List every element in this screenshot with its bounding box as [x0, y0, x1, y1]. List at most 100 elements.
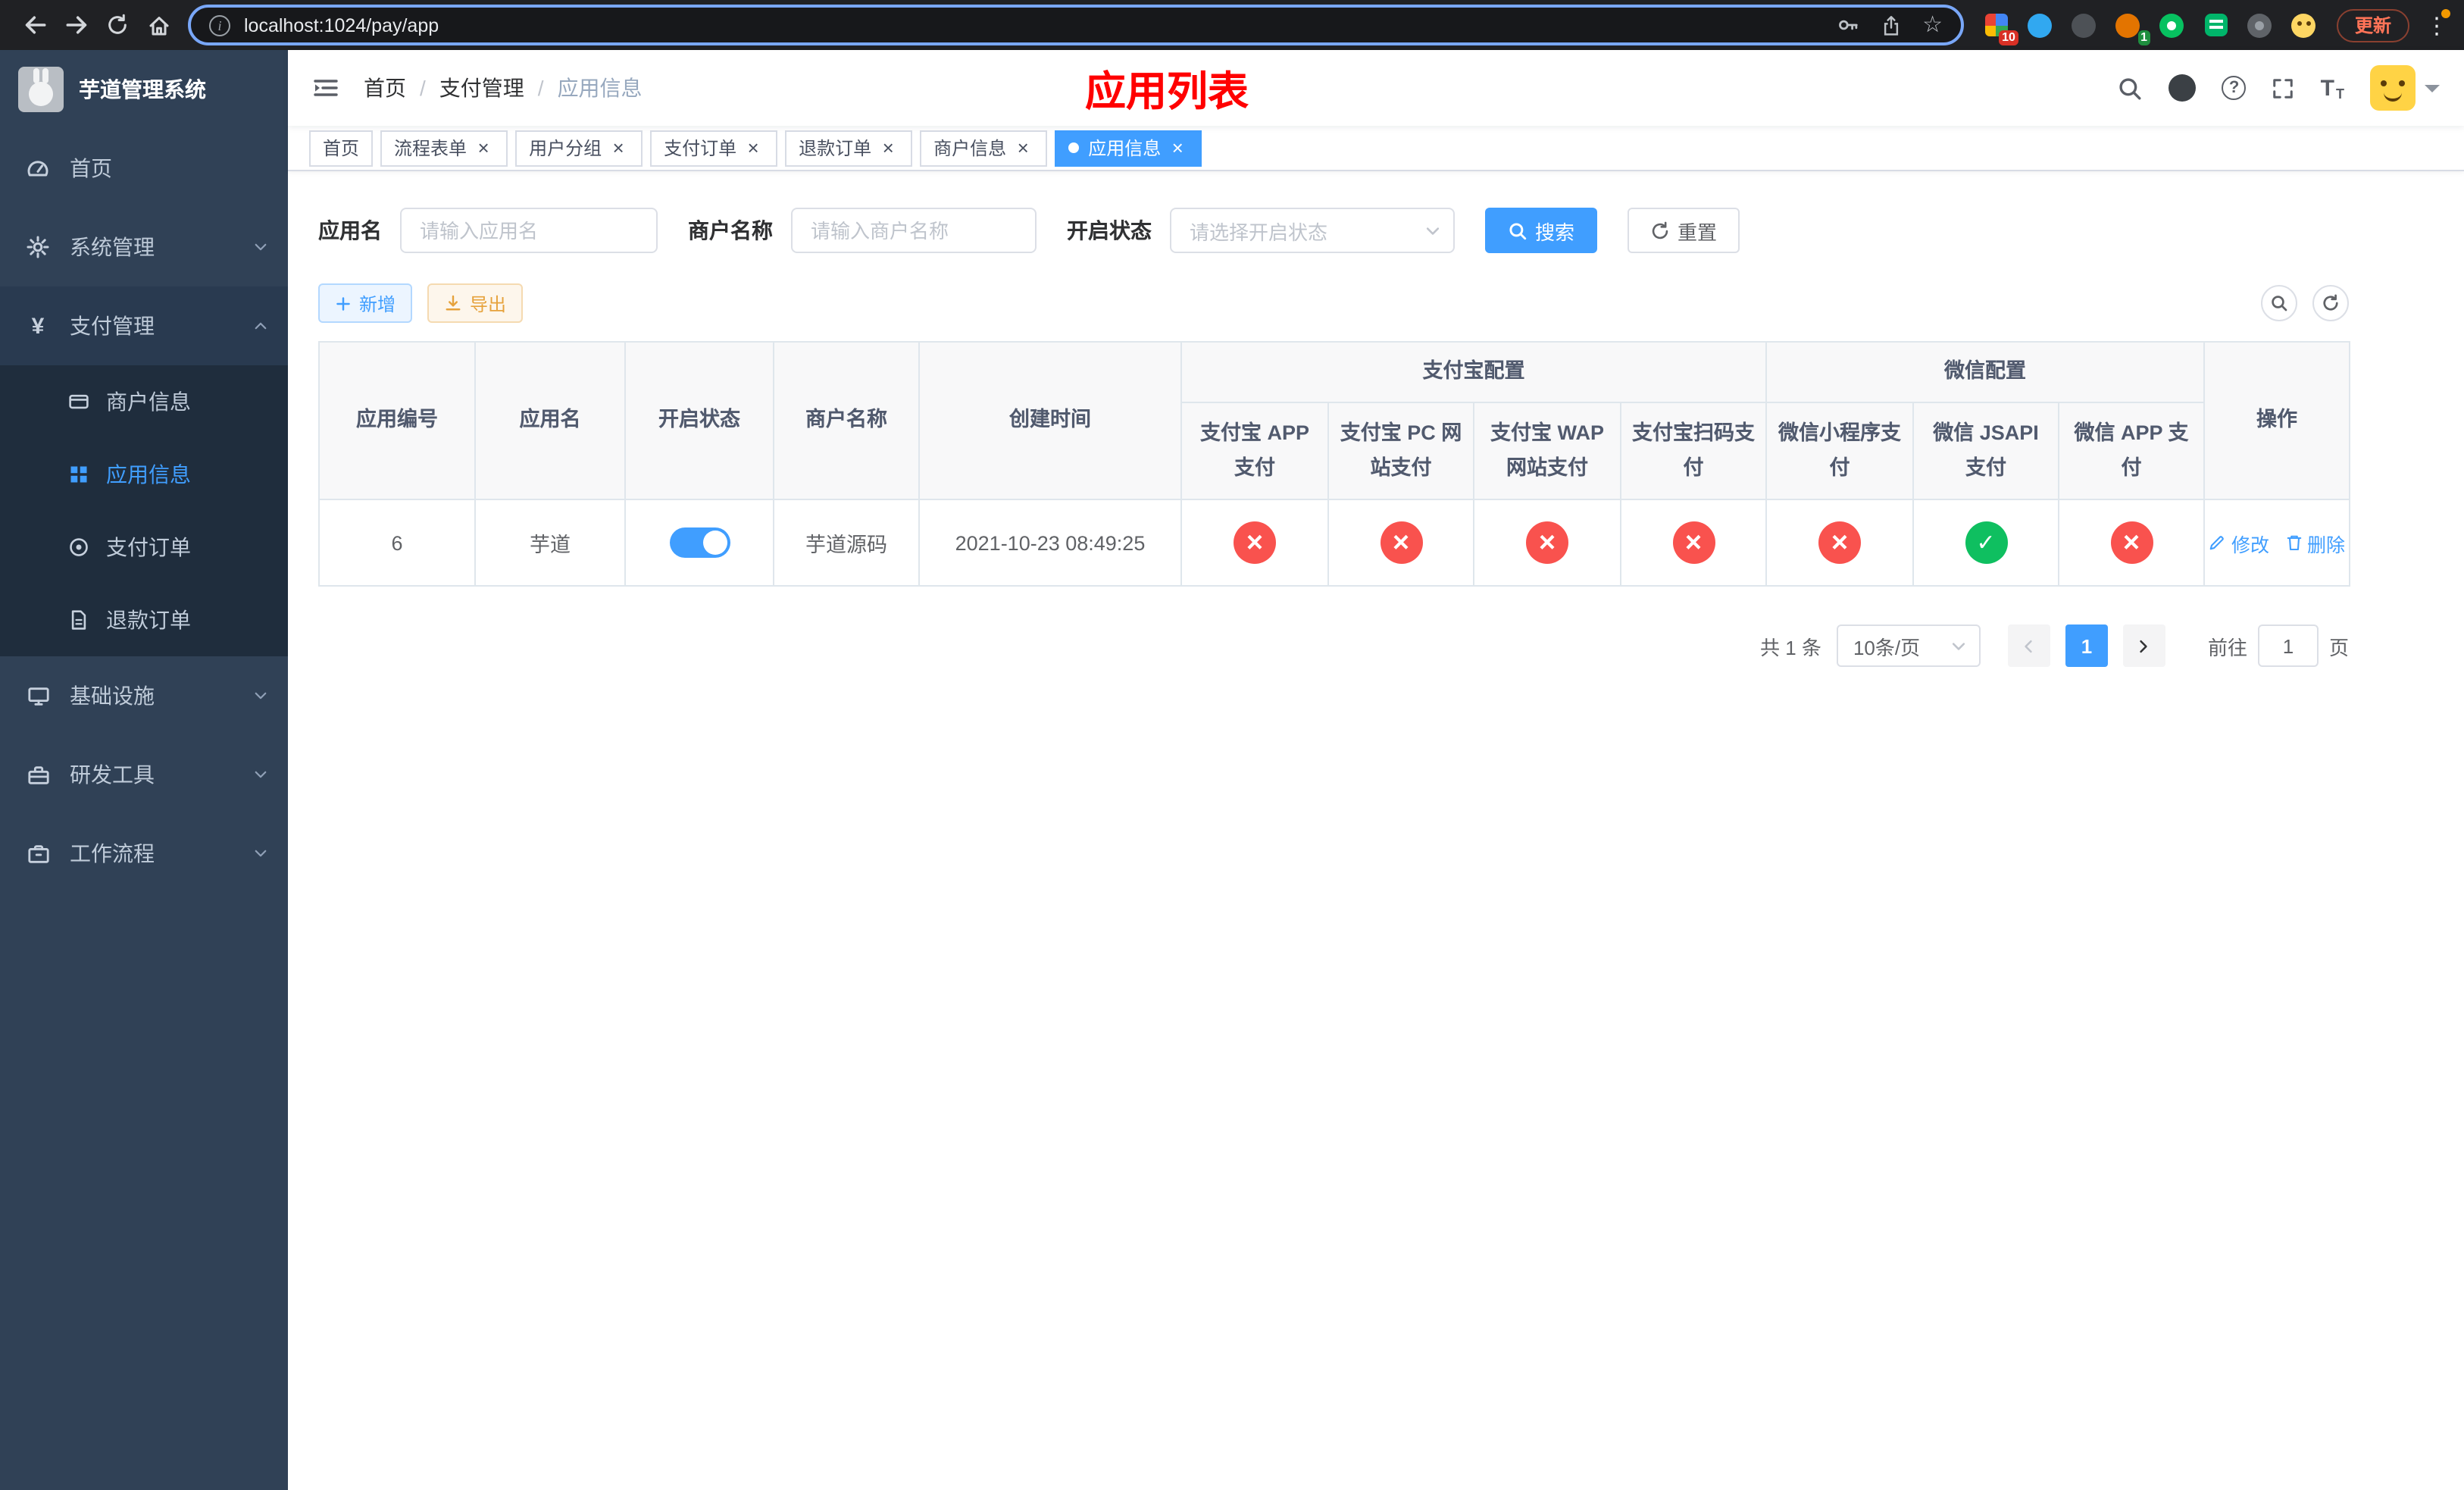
edit-link[interactable]: 修改 — [2209, 528, 2269, 557]
merchant-name-input[interactable] — [791, 208, 1037, 253]
status-select[interactable]: 请选择开启状态 — [1170, 208, 1455, 253]
sidebar-item-workflow[interactable]: 工作流程 — [0, 814, 288, 893]
app-name-input[interactable] — [400, 208, 658, 253]
merchant-name-label: 商户名称 — [688, 218, 773, 243]
browser-menu-icon[interactable] — [2425, 8, 2450, 39]
close-icon[interactable] — [743, 137, 764, 158]
delete-link-label: 删除 — [2307, 534, 2346, 556]
site-info-icon[interactable] — [209, 14, 230, 36]
cell-created: 2021-10-23 08:49:25 — [918, 499, 1182, 587]
extension-icon-7[interactable] — [2246, 11, 2275, 39]
prev-page-button[interactable] — [2007, 624, 2050, 667]
cell-status — [624, 499, 774, 587]
col-header-alipay-pc: 支付宝 PC 网站支付 — [1327, 402, 1474, 500]
sidebar-item-label: 工作流程 — [70, 841, 155, 866]
status-toggle[interactable] — [669, 527, 730, 558]
delete-link[interactable]: 删除 — [2284, 528, 2345, 557]
close-icon[interactable] — [1012, 137, 1033, 158]
password-key-icon[interactable] — [1836, 14, 1859, 36]
page-number-1[interactable]: 1 — [2065, 624, 2108, 667]
font-size-icon[interactable] — [2321, 75, 2344, 101]
search-icon — [1509, 222, 1527, 239]
export-button[interactable]: 导出 — [427, 283, 524, 323]
home-button[interactable] — [138, 5, 179, 45]
search-icon — [2272, 296, 2287, 311]
sidebar-menu: 首页 系统管理 支付管理 — [0, 129, 288, 893]
close-icon[interactable] — [877, 137, 899, 158]
delete-icon — [2286, 535, 2301, 551]
sidebar-item-pay-order[interactable]: 支付订单 — [0, 511, 288, 584]
share-icon[interactable] — [1880, 14, 1901, 36]
tab-label: 应用信息 — [1088, 138, 1162, 159]
forward-button[interactable] — [56, 5, 97, 45]
navbar-actions — [2118, 65, 2440, 111]
chevron-down-icon — [253, 688, 268, 703]
page-size-select[interactable]: 10条/页 — [1836, 624, 1981, 667]
close-icon[interactable] — [608, 137, 629, 158]
user-menu[interactable] — [2370, 65, 2440, 111]
alipay-pc-status-icon — [1380, 521, 1422, 564]
sidebar-item-dev-tools[interactable]: 研发工具 — [0, 735, 288, 814]
back-button[interactable] — [15, 5, 56, 45]
goto-page-input[interactable] — [2257, 624, 2319, 667]
sidebar-item-payment[interactable]: 支付管理 — [0, 286, 288, 365]
tab-merchant-info[interactable]: 商户信息 — [920, 130, 1048, 166]
document-icon — [67, 609, 91, 631]
close-icon[interactable] — [1167, 137, 1188, 158]
extension-icon-2[interactable] — [2026, 11, 2055, 39]
tab-user-group[interactable]: 用户分组 — [515, 130, 643, 166]
table-row: 6 芋道 芋道源码 2021-10-23 08:49:25 × × × × × … — [318, 499, 2350, 587]
alipay-qr-status-icon — [1672, 521, 1715, 564]
breadcrumb-payment[interactable]: 支付管理 — [439, 73, 524, 103]
chevron-up-icon — [253, 318, 268, 333]
fullscreen-icon[interactable] — [2272, 77, 2295, 99]
cell-merchant: 芋道源码 — [773, 499, 920, 587]
extension-icon-5[interactable] — [2158, 11, 2187, 39]
close-icon[interactable] — [473, 137, 494, 158]
chevron-down-icon — [253, 767, 268, 782]
toggle-search-button[interactable] — [2261, 285, 2297, 321]
col-header-status: 开启状态 — [624, 341, 774, 500]
col-header-actions: 操作 — [2203, 341, 2350, 500]
next-page-button[interactable] — [2122, 624, 2165, 667]
extension-icon-8[interactable] — [2290, 11, 2319, 39]
tab-home[interactable]: 首页 — [309, 130, 374, 166]
reload-button[interactable] — [97, 5, 138, 45]
hamburger-icon[interactable] — [312, 74, 339, 102]
extension-icon-4[interactable]: 1 — [2114, 11, 2150, 45]
browser-update-button[interactable]: 更新 — [2336, 8, 2409, 42]
sidebar-item-refund-order[interactable]: 退款订单 — [0, 584, 288, 656]
sidebar-logo[interactable]: 芋道管理系统 — [0, 50, 288, 129]
refresh-table-button[interactable] — [2312, 285, 2349, 321]
alipay-wap-status-icon — [1526, 521, 1568, 564]
monitor-icon — [24, 684, 52, 707]
col-header-app-name: 应用名 — [474, 341, 626, 500]
reset-button[interactable]: 重置 — [1628, 208, 1740, 253]
briefcase-icon — [24, 842, 52, 865]
page-size-value: 10条/页 — [1853, 636, 1921, 659]
extension-icon-6[interactable] — [2202, 11, 2231, 39]
search-icon[interactable] — [2118, 75, 2143, 101]
add-button[interactable]: 新增 — [318, 283, 413, 323]
github-icon[interactable] — [2169, 74, 2197, 102]
bookmark-star-icon[interactable] — [1922, 11, 1943, 39]
tab-refund-order[interactable]: 退款订单 — [785, 130, 913, 166]
sidebar-item-home[interactable]: 首页 — [0, 129, 288, 208]
help-icon[interactable] — [2222, 76, 2247, 100]
address-bar[interactable]: localhost:1024/pay/app — [188, 5, 1964, 45]
tab-pay-order[interactable]: 支付订单 — [650, 130, 778, 166]
sidebar-item-app-info[interactable]: 应用信息 — [0, 438, 288, 511]
dashboard-icon — [24, 156, 52, 180]
extension-icon-1[interactable]: 10 — [1982, 11, 2018, 45]
sidebar-item-label: 研发工具 — [70, 762, 155, 787]
breadcrumb-home[interactable]: 首页 — [364, 73, 406, 103]
tab-flow-form[interactable]: 流程表单 — [380, 130, 508, 166]
tab-app-info[interactable]: 应用信息 — [1055, 130, 1202, 166]
search-button[interactable]: 搜索 — [1485, 208, 1598, 253]
sidebar-item-infra[interactable]: 基础设施 — [0, 656, 288, 735]
goto-label: 前往 — [2207, 636, 2247, 659]
sidebar-item-merchant-info[interactable]: 商户信息 — [0, 365, 288, 438]
total-count: 共 1 条 — [1760, 636, 1821, 659]
sidebar-item-system[interactable]: 系统管理 — [0, 208, 288, 286]
extension-icon-3[interactable] — [2070, 11, 2099, 39]
